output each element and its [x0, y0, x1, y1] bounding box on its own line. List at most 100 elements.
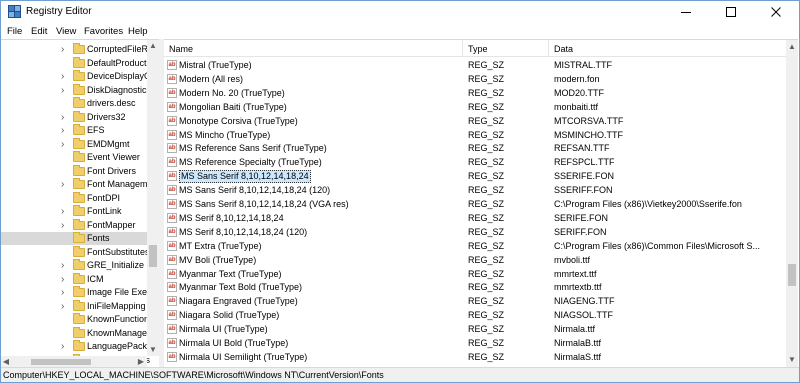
value-row[interactable]: ab Mistral (TrueType) REG_SZ MISTRAL.TTF	[164, 58, 786, 72]
value-row[interactable]: ab MS Sans Serif 8,10,12,14,18,24 (VGA re…	[164, 197, 786, 211]
value-row[interactable]: ab Nirmala UI (TrueType) REG_SZ Nirmala.ttf	[164, 322, 786, 336]
menu-file[interactable]: File	[7, 26, 22, 37]
value-row[interactable]: ab MT Extra (TrueType) REG_SZ C:\Program Fi…	[164, 239, 786, 253]
tree-item[interactable]: Fonts	[1, 232, 147, 245]
value-row[interactable]: ab MS Serif 8,10,12,14,18,24 REG_SZ SERIFE.…	[164, 211, 786, 225]
tree-item[interactable]: › ICM	[1, 272, 147, 286]
tree-item[interactable]: › DiskDiagnostic	[1, 83, 147, 97]
menu-view[interactable]: View	[56, 26, 76, 37]
tree-item[interactable]: › DeviceDisplayO	[1, 70, 151, 83]
tree-item[interactable]: Font Drivers	[1, 164, 147, 178]
tree-item[interactable]: drivers.desc	[1, 97, 147, 110]
expand-chevron-icon[interactable]: ›	[61, 340, 64, 353]
tree-item[interactable]: › EFS	[1, 124, 147, 137]
scroll-right-arrow-icon[interactable]: ▶	[137, 358, 145, 366]
value-row[interactable]: ab MS Sans Serif 8,10,12,14,18,24 (120) RE…	[164, 183, 786, 197]
scroll-up-arrow-icon[interactable]: ▲	[149, 42, 157, 50]
expand-chevron-icon[interactable]: ›	[61, 273, 64, 286]
expand-chevron-icon[interactable]: ›	[61, 205, 64, 218]
tree-item[interactable]: › Image File Exec	[1, 286, 152, 299]
expand-chevron-icon[interactable]: ›	[61, 111, 64, 124]
title-bar[interactable]: Registry Editor	[1, 1, 799, 23]
value-row[interactable]: ab Modern No. 20 (TrueType) REG_SZ MOD20.TT…	[164, 86, 786, 100]
value-row[interactable]: ab Mongolian Baiti (TrueType) REG_SZ monbai…	[164, 100, 786, 114]
string-value-icon: ab	[167, 73, 177, 84]
value-name: MS Serif 8,10,12,14,18,24	[179, 212, 284, 223]
tree-item[interactable]: › Drivers32	[1, 110, 147, 124]
scroll-down-arrow-icon[interactable]: ▼	[149, 346, 157, 354]
expand-chevron-icon[interactable]: ›	[61, 219, 64, 232]
value-name: Monotype Corsiva (TrueType)	[179, 115, 298, 126]
tree-vertical-scrollbar[interactable]: ▲ ▼	[147, 40, 159, 356]
value-row[interactable]: ab Myanmar Text Bold (TrueType) REG_SZ mmrt…	[164, 280, 786, 294]
string-value-icon: ab	[167, 212, 177, 223]
expand-chevron-icon[interactable]: ›	[61, 178, 64, 191]
list-vertical-scrollbar[interactable]: ▲ ▼	[786, 40, 798, 367]
column-header-name[interactable]: Name	[169, 44, 193, 54]
column-header-type[interactable]: Type	[468, 44, 488, 54]
tree-item[interactable]: › LanguagePack	[1, 340, 147, 353]
tree-item-label: Font Drivers	[87, 165, 137, 176]
minimize-button[interactable]	[664, 1, 709, 23]
value-row[interactable]: ab Monotype Corsiva (TrueType) REG_SZ MTCOR…	[164, 114, 786, 128]
maximize-button[interactable]	[709, 1, 754, 23]
column-header-data[interactable]: Data	[554, 44, 573, 54]
tree-item[interactable]: › FontMapper	[1, 218, 147, 232]
menu-favorites[interactable]: Favorites	[84, 26, 123, 37]
tree-horizontal-scrollbar[interactable]: ◀ ▶	[1, 356, 147, 367]
tree-item[interactable]: Event Viewer	[1, 151, 147, 164]
value-row[interactable]: ab Nirmala UI Semilight (TrueType) REG_SZ N…	[164, 350, 786, 364]
value-row[interactable]: ab MS Mincho (TrueType) REG_SZ MSMINCHO.TTF	[164, 128, 786, 142]
value-type: REG_SZ	[468, 171, 505, 182]
tree-item[interactable]: FontSubstitutes	[1, 245, 150, 259]
expand-chevron-icon[interactable]: ›	[61, 259, 64, 272]
value-row[interactable]: ab MS Serif 8,10,12,14,18,24 (120) REG_SZ S…	[164, 225, 786, 239]
tree-item[interactable]: › CorruptedFileR	[1, 43, 149, 56]
close-button[interactable]	[754, 1, 799, 23]
tree-item[interactable]: DefaultProduct	[1, 56, 147, 70]
menu-help[interactable]: Help	[128, 26, 148, 37]
tree-vscroll-thumb[interactable]	[149, 245, 157, 267]
value-name: MS Reference Sans Serif (TrueType)	[179, 143, 327, 154]
tree-item[interactable]: KnownFunction	[1, 313, 149, 326]
value-row[interactable]: ab Modern (All res) REG_SZ modern.fon	[164, 72, 786, 86]
value-row[interactable]: ab Niagara Solid (TrueType) REG_SZ NIAGSOL.…	[164, 308, 786, 322]
expand-chevron-icon[interactable]: ›	[61, 138, 64, 151]
tree-hscroll-thumb[interactable]	[31, 359, 91, 365]
tree-item[interactable]: KnownManage	[1, 326, 147, 340]
tree-item-label: IniFileMapping	[87, 300, 146, 311]
value-row[interactable]: ab Nirmala UI Bold (TrueType) REG_SZ Nirmal…	[164, 336, 786, 350]
scroll-left-arrow-icon[interactable]: ◀	[2, 358, 10, 366]
value-data: NirmalaB.ttf	[554, 338, 602, 348]
value-type: REG_SZ	[468, 254, 505, 265]
expand-chevron-icon[interactable]: ›	[61, 70, 64, 83]
tree-item[interactable]: FontDPI	[1, 191, 147, 205]
value-row[interactable]: ab MS Sans Serif 8,10,12,14,18,24 REG_SZ SS…	[164, 169, 786, 184]
tree-item-label: EFS	[87, 125, 105, 135]
expand-chevron-icon[interactable]: ›	[61, 124, 64, 137]
tree-item[interactable]: › EMDMgmt	[1, 137, 147, 151]
expand-chevron-icon[interactable]: ›	[61, 286, 64, 299]
value-row[interactable]: ab MV Boli (TrueType) REG_SZ mvboli.ttf	[164, 253, 786, 267]
tree-item-label: CorruptedFileR	[87, 44, 149, 54]
tree-item[interactable]: › FontLink	[1, 205, 147, 218]
column-divider[interactable]	[462, 40, 463, 57]
list-vscroll-thumb[interactable]	[788, 264, 796, 286]
tree-item[interactable]: › IniFileMapping	[1, 299, 147, 313]
tree-item[interactable]: › Font Managem	[1, 178, 148, 191]
value-row[interactable]: ab MS Reference Sans Serif (TrueType) REG_…	[164, 141, 786, 155]
scroll-down-arrow-icon[interactable]: ▼	[788, 356, 796, 364]
column-divider[interactable]	[548, 40, 549, 57]
string-value-icon: ab	[167, 268, 177, 279]
value-row[interactable]: ab MS Reference Specialty (TrueType) REG_S…	[164, 155, 786, 169]
expand-chevron-icon[interactable]: ›	[61, 43, 64, 56]
folder-icon	[73, 326, 85, 338]
expand-chevron-icon[interactable]: ›	[61, 300, 64, 313]
value-row[interactable]: ab Myanmar Text (TrueType) REG_SZ mmrtext.t…	[164, 267, 786, 281]
string-value-icon: ab	[167, 240, 177, 251]
expand-chevron-icon[interactable]: ›	[61, 84, 64, 97]
value-row[interactable]: ab Niagara Engraved (TrueType) REG_SZ NIAGE…	[164, 294, 786, 308]
menu-edit[interactable]: Edit	[31, 26, 47, 37]
scroll-up-arrow-icon[interactable]: ▲	[788, 43, 796, 51]
tree-item[interactable]: › GRE_Initialize	[1, 259, 147, 272]
